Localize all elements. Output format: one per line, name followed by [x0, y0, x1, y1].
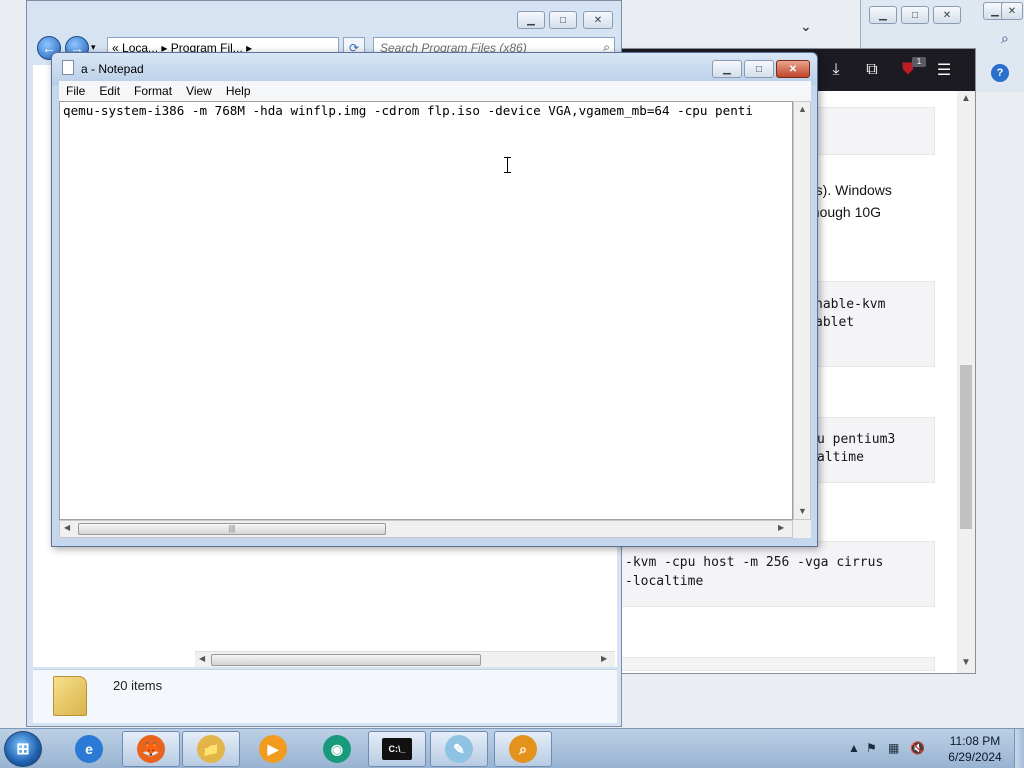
notepad-icon: ✎: [445, 735, 473, 763]
ublock-badge: 1: [912, 57, 926, 67]
horizontal-scrollbar[interactable]: ◀ ||| ▶: [59, 520, 793, 538]
resize-grip[interactable]: [793, 520, 811, 538]
menu-icon[interactable]: ☰: [933, 59, 955, 81]
clock-date[interactable]: 6/29/2024: [940, 750, 1010, 764]
close-button-2[interactable]: ✕: [1001, 2, 1023, 20]
media-player-icon: ▶: [259, 735, 287, 763]
horizontal-scrollbar[interactable]: ◀ ▶: [195, 651, 615, 667]
firefox-icon: 🦊: [137, 735, 165, 763]
scroll-down-icon[interactable]: ▼: [961, 657, 971, 668]
search-tool-icon: ⌕: [509, 735, 537, 763]
text-editor[interactable]: qemu-system-i386 -m 768M -hda winflp.img…: [59, 101, 793, 520]
minimize-button[interactable]: ▁: [869, 6, 897, 24]
chevron-down-icon[interactable]: ⌄: [800, 18, 812, 35]
taskbar-windows-explorer-button[interactable]: 📁: [182, 731, 240, 767]
download-icon[interactable]: ⤓: [825, 59, 847, 81]
volume-muted-icon[interactable]: 🔇: [910, 741, 925, 755]
clock-time[interactable]: 11:08 PM: [940, 734, 1010, 748]
extensions-icon[interactable]: ⧉: [861, 59, 883, 81]
taskbar-search-tool-button[interactable]: ⌕: [494, 731, 552, 767]
vertical-scrollbar[interactable]: ▲ ▼: [793, 101, 811, 520]
maximize-button[interactable]: □: [549, 11, 577, 29]
windows-logo-icon: ⊞: [16, 741, 30, 758]
scrollbar-thumb[interactable]: [211, 654, 481, 666]
taskbar-app-green-button[interactable]: ◉: [308, 731, 366, 767]
show-desktop-button[interactable]: [1014, 729, 1024, 768]
internet-explorer-icon: e: [75, 735, 103, 763]
menu-view[interactable]: View: [179, 84, 219, 98]
details-pane: 20 items: [33, 669, 617, 723]
taskbar-media-player-button[interactable]: ▶: [244, 731, 302, 767]
code-block: [621, 657, 935, 671]
folder-icon: [53, 676, 87, 716]
menu-edit[interactable]: Edit: [92, 84, 127, 98]
taskbar: ⊞ e 🦊 📁 ▶ ◉ C:\_ ✎ ⌕ ▲ ⚑ ▦ 🔇 11:08 PM 6/29/2024: [0, 728, 1024, 768]
network-icon[interactable]: ▦: [888, 741, 899, 755]
scroll-up-icon[interactable]: ▲: [798, 104, 807, 114]
scroll-left-icon[interactable]: ◀: [64, 523, 70, 532]
item-count: 20 items: [113, 678, 163, 693]
close-button[interactable]: ✕: [933, 6, 961, 24]
scroll-down-icon[interactable]: ▼: [798, 506, 807, 516]
maximize-button[interactable]: □: [901, 6, 929, 24]
system-tray: ▲ ⚑ ▦ 🔇 11:08 PM 6/29/2024: [840, 729, 1020, 768]
menu-help[interactable]: Help: [219, 84, 258, 98]
menu-bar: File Edit Format View Help: [59, 81, 811, 101]
search-icon[interactable]: ⌕: [1001, 30, 1021, 48]
text-line[interactable]: qemu-system-i386 -m 768M -hda winflp.img…: [63, 103, 753, 118]
text-cursor-icon: [504, 157, 513, 173]
taskbar-firefox-button[interactable]: 🦊: [122, 731, 180, 767]
windows-explorer-icon: 📁: [197, 735, 225, 763]
notepad-icon[interactable]: [62, 60, 74, 75]
taskbar-internet-explorer-button[interactable]: e: [60, 731, 118, 767]
maximize-button[interactable]: □: [744, 60, 774, 78]
code-line: -kvm -cpu host -m 256 -vga cirrus: [625, 555, 884, 570]
close-button[interactable]: ✕: [776, 60, 810, 78]
code-line: u pentium3: [817, 432, 896, 447]
code-line: ablet: [815, 315, 855, 330]
window-title: a - Notepad: [81, 62, 144, 76]
code-line: altime: [817, 450, 864, 465]
menu-file[interactable]: File: [59, 84, 92, 98]
menu-format[interactable]: Format: [127, 84, 179, 98]
scrollbar-thumb[interactable]: |||: [78, 523, 386, 535]
vertical-scrollbar[interactable]: ▲ ▼: [957, 91, 975, 673]
close-button[interactable]: ✕: [583, 11, 613, 29]
scroll-up-icon[interactable]: ▲: [961, 93, 971, 104]
app-green-icon: ◉: [323, 735, 351, 763]
scroll-right-icon[interactable]: ▶: [601, 654, 607, 663]
show-hidden-icons-icon[interactable]: ▲: [848, 741, 860, 755]
scrollbar-thumb[interactable]: [960, 365, 972, 529]
command-prompt-icon: C:\_: [382, 738, 412, 760]
code-line: nable-kvm: [815, 297, 886, 312]
scroll-left-icon[interactable]: ◀: [199, 654, 205, 663]
minimize-button[interactable]: ▁: [712, 60, 742, 78]
code-line: -localtime: [625, 574, 704, 589]
taskbar-command-prompt-button[interactable]: C:\_: [368, 731, 426, 767]
action-center-flag-icon[interactable]: ⚑: [866, 741, 877, 755]
help-icon[interactable]: ?: [991, 64, 1009, 82]
taskbar-notepad-button[interactable]: ✎: [430, 731, 488, 767]
scroll-right-icon[interactable]: ▶: [778, 523, 784, 532]
minimize-button[interactable]: ▁: [517, 11, 545, 29]
notepad-window: a - Notepad ▁ □ ✕ File Edit Format View …: [51, 52, 818, 547]
start-button[interactable]: ⊞: [4, 731, 42, 767]
